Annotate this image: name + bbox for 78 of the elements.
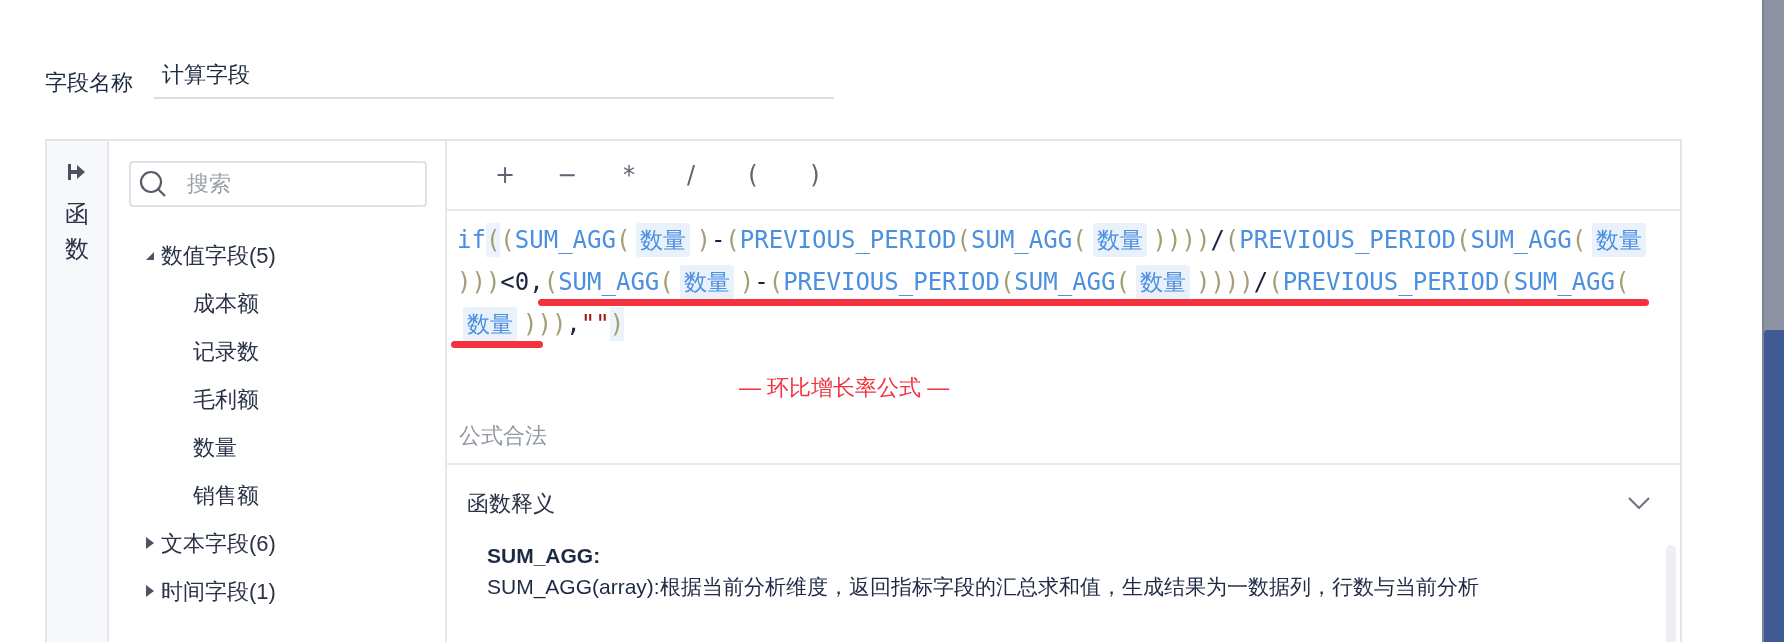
parenthesis: ( <box>1072 225 1087 256</box>
operator-button[interactable]: + <box>489 157 521 193</box>
operator-button[interactable]: / <box>675 157 707 193</box>
field-tag: 数量 <box>1135 265 1190 299</box>
field-tag: 数量 <box>679 265 734 299</box>
search-icon <box>139 170 167 198</box>
parenthesis: ) <box>696 225 711 256</box>
function-name: SUM_AGG <box>1014 267 1116 298</box>
string-literal: "" <box>580 309 610 340</box>
field-name-input[interactable]: 计算字段 <box>154 58 834 99</box>
parenthesis: ( <box>659 267 674 298</box>
parenthesis: ( <box>768 267 784 298</box>
operator: , <box>566 309 581 340</box>
parenthesis: )))) <box>1152 225 1211 256</box>
operator-button[interactable]: − <box>551 157 583 193</box>
parenthesis: ( <box>615 225 631 256</box>
function-name: SUM_AGG <box>514 225 616 256</box>
function-name: SUM_AGG <box>1470 225 1572 256</box>
field-item[interactable]: 成本额 <box>193 286 259 320</box>
function-tab[interactable]: 函数 <box>65 197 89 267</box>
parenthesis: ( <box>1224 225 1240 256</box>
function-name: PREVIOUS_PERIOD <box>1239 225 1457 256</box>
operator-button[interactable]: ) <box>799 157 831 193</box>
field-item[interactable]: 毛利额 <box>193 382 259 416</box>
parenthesis: ( <box>725 225 740 256</box>
parenthesis: ))) <box>523 309 567 340</box>
tree-group[interactable]: 文本字段(6) <box>161 526 276 560</box>
page-scrollbar-thumb[interactable] <box>1764 330 1784 642</box>
chevron-down-icon[interactable] <box>1628 497 1650 509</box>
operator: <0, <box>500 267 544 298</box>
parenthesis: ))) <box>457 267 501 298</box>
parenthesis: ) <box>739 267 755 298</box>
expand-triangle-icon[interactable] <box>145 584 155 598</box>
parenthesis: ( <box>543 267 559 298</box>
operator-button[interactable]: ( <box>737 157 769 193</box>
field-item[interactable]: 销售额 <box>193 478 259 512</box>
function-description: SUM_AGG(array):根据当前分析维度，返回指标字段的汇总求和值，生成结果为一数据列，行数与当前分析 <box>487 574 1480 601</box>
parenthesis: ( <box>1499 267 1514 298</box>
field-tag: 数量 <box>636 223 691 257</box>
function-name: SUM_AGG: <box>487 543 602 569</box>
parenthesis: ( <box>1456 225 1471 256</box>
field-item[interactable]: 数量 <box>193 430 237 464</box>
function-name: SUM_AGG <box>1513 267 1615 298</box>
field-item[interactable]: 记录数 <box>193 334 259 368</box>
field-tag: 数量 <box>1592 223 1647 257</box>
search-field[interactable]: 搜索 <box>129 161 427 207</box>
field-label: 字段名称 <box>45 69 133 97</box>
parenthesis: ( <box>1268 267 1283 298</box>
validation-status: 公式合法 <box>459 422 547 450</box>
tree-group[interactable]: 时间字段(1) <box>161 574 276 608</box>
parenthesis: ( <box>1571 225 1587 256</box>
operator: - <box>754 267 769 298</box>
function-name: SUM_AGG <box>558 267 660 298</box>
function-name: PREVIOUS_PERIOD <box>783 267 1000 298</box>
keyword: if <box>457 225 486 256</box>
function-name: PREVIOUS_PERIOD <box>1282 267 1500 298</box>
parenthesis: ( <box>1615 267 1630 298</box>
operator: / <box>1210 225 1225 256</box>
parenthesis: ( <box>999 267 1015 298</box>
function-help-header[interactable]: 函数释义 <box>447 465 1680 541</box>
field-tag: 数量 <box>1092 223 1147 257</box>
field-tag: 数量 <box>463 307 517 341</box>
function-name: PREVIOUS_PERIOD <box>739 225 957 256</box>
parenthesis: ( <box>956 225 971 256</box>
parenthesis: )))) <box>1195 267 1254 298</box>
matched-parenthesis: ( <box>485 223 501 257</box>
annotation-caption: — 环比增长率公式 — <box>739 374 950 402</box>
expand-triangle-icon[interactable] <box>145 536 155 550</box>
operator-button[interactable]: * <box>613 157 645 193</box>
tree-group[interactable]: 数值字段(5) <box>161 238 276 272</box>
operator: - <box>710 225 726 256</box>
operator: / <box>1253 267 1269 298</box>
parenthesis: ( <box>500 225 515 256</box>
parenthesis: ( <box>1115 267 1130 298</box>
section-title: 函数释义 <box>467 489 555 518</box>
matched-parenthesis: ) <box>609 307 625 341</box>
expand-icon[interactable] <box>67 163 87 181</box>
function-name: SUM_AGG <box>971 225 1073 256</box>
